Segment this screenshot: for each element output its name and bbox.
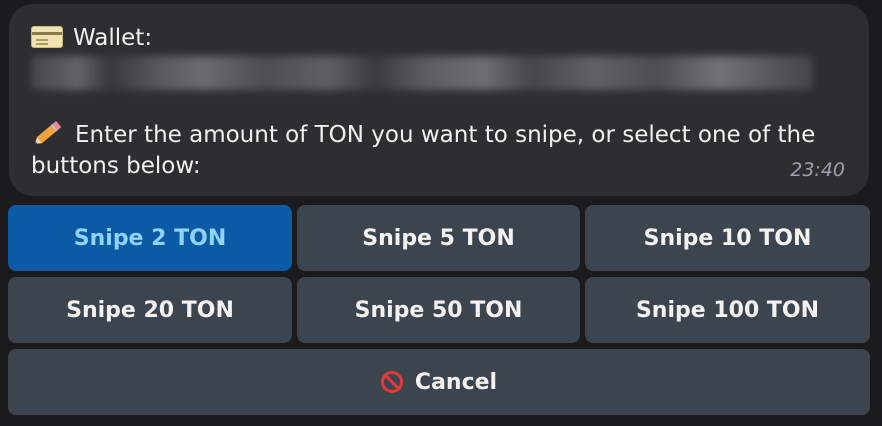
snipe-10-ton-label: Snipe 10 TON — [643, 225, 812, 251]
prompt-line-2: buttons below: — [31, 150, 201, 182]
message-timestamp: 23:40 — [790, 159, 845, 181]
cancel-label: Cancel — [414, 369, 498, 395]
snipe-5-ton-label: Snipe 5 TON — [362, 225, 515, 251]
snipe-100-ton-label: Snipe 100 TON — [635, 297, 820, 323]
bot-message-bubble: Wallet: Enter the amount of TON you want… — [9, 4, 869, 196]
prompt-text-2: buttons below: — [31, 153, 201, 179]
prompt-line-1: Enter the amount of TON you want to snip… — [31, 119, 815, 151]
chat-window: Wallet: Enter the amount of TON you want… — [0, 0, 882, 426]
wallet-line: Wallet: — [31, 22, 152, 54]
snipe-100-ton-button[interactable]: Snipe 100 TON — [585, 277, 870, 343]
no-entry-icon — [380, 371, 403, 393]
cancel-button[interactable]: Cancel — [8, 349, 870, 415]
pencil-icon — [34, 120, 62, 144]
snipe-20-ton-label: Snipe 20 TON — [66, 297, 234, 323]
snipe-10-ton-button[interactable]: Snipe 10 TON — [585, 205, 870, 271]
snipe-2-ton-button[interactable]: Snipe 2 TON — [8, 205, 292, 271]
wallet-label: Wallet: — [73, 25, 153, 51]
credit-card-icon — [31, 25, 63, 48]
snipe-20-ton-button[interactable]: Snipe 20 TON — [8, 277, 292, 343]
prompt-text-1: Enter the amount of TON you want to snip… — [75, 122, 816, 148]
snipe-5-ton-button[interactable]: Snipe 5 TON — [297, 205, 580, 271]
snipe-50-ton-button[interactable]: Snipe 50 TON — [297, 277, 580, 343]
snipe-2-ton-label: Snipe 2 TON — [73, 225, 227, 251]
snipe-50-ton-label: Snipe 50 TON — [354, 297, 523, 323]
redacted-wallet-address — [31, 56, 813, 90]
